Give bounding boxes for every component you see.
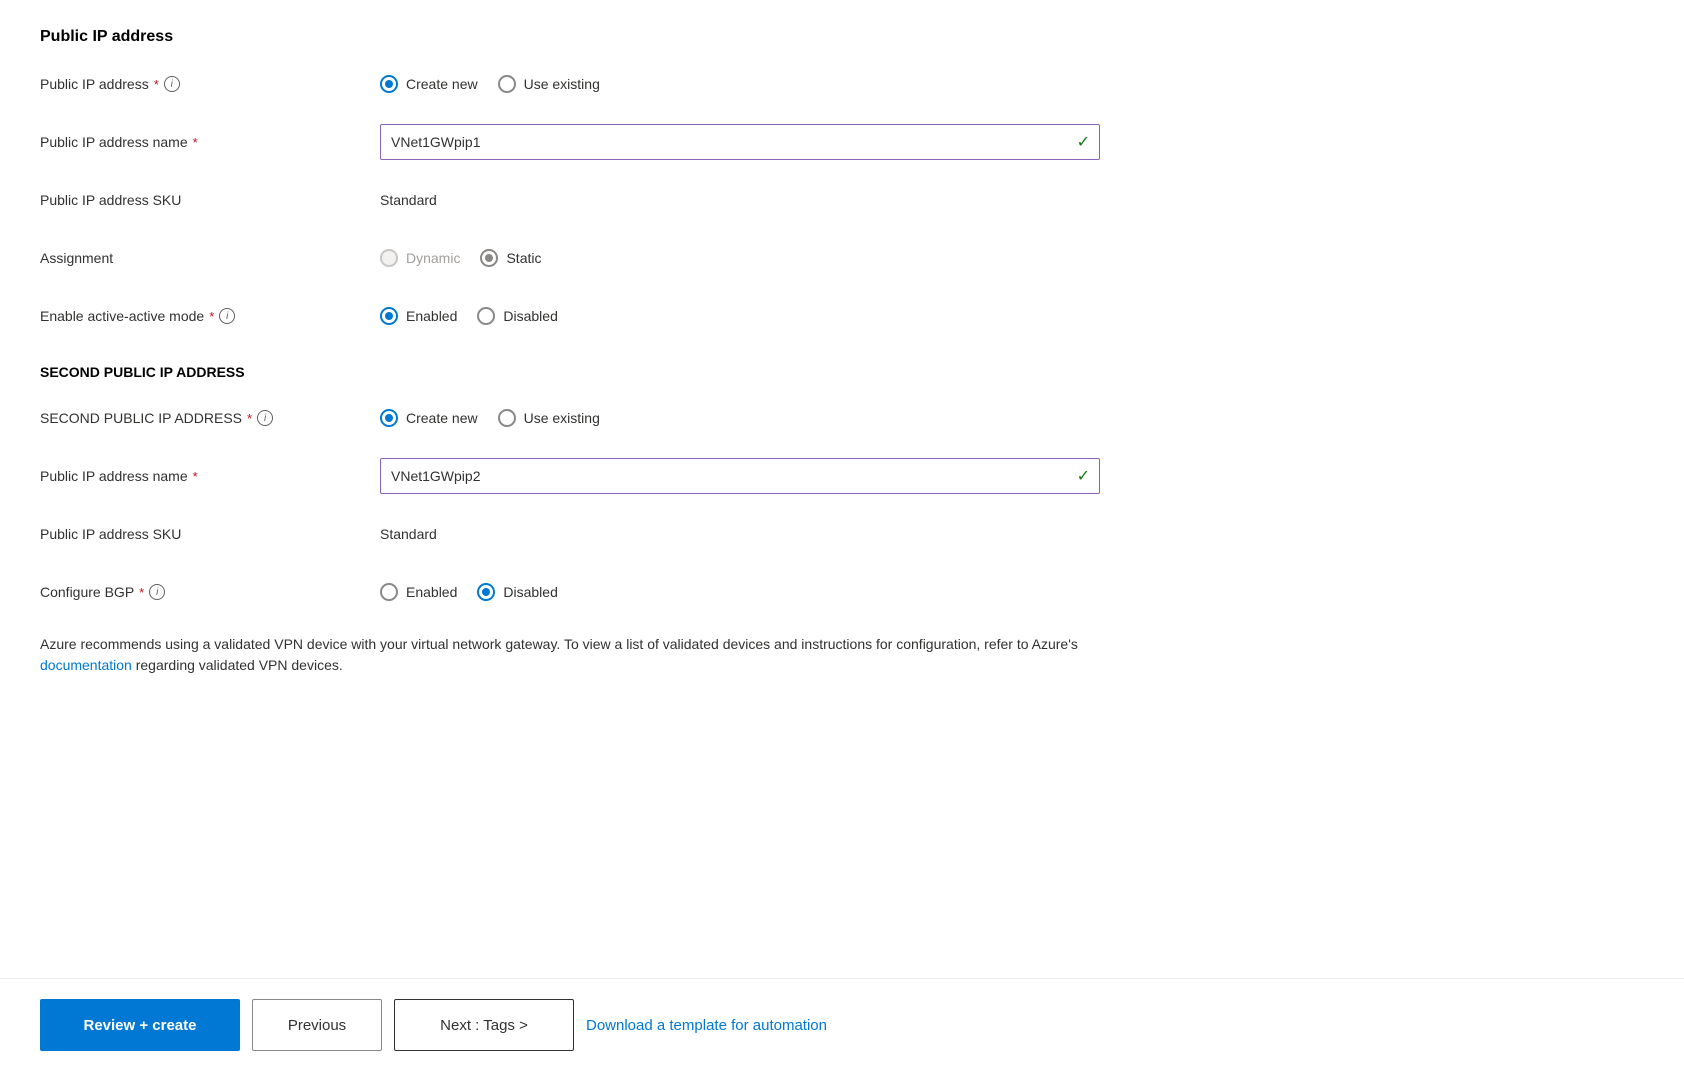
required-star: * <box>154 77 159 92</box>
input-wrapper-2: ✓ <box>380 458 1100 494</box>
template-link[interactable]: Download a template for automation <box>586 1017 827 1034</box>
radio-circle-static <box>480 249 498 267</box>
section-public-ip: Public IP address Public IP address * i … <box>40 28 1160 334</box>
radio-static[interactable]: Static <box>480 249 541 267</box>
row-public-ip-name-2: Public IP address name * ✓ <box>40 458 1160 494</box>
radio-label-active-disabled: Disabled <box>503 308 557 324</box>
documentation-link[interactable]: documentation <box>40 657 132 673</box>
info-text: Azure recommends using a validated VPN d… <box>40 634 1100 676</box>
label-public-ip-name: Public IP address name * <box>40 134 380 150</box>
info-icon-second-public-ip[interactable]: i <box>257 410 273 426</box>
label-assignment: Assignment <box>40 250 380 266</box>
row-active-active: Enable active-active mode * i Enabled Di… <box>40 298 1160 334</box>
control-public-ip-sku: Standard <box>380 192 1160 208</box>
radio-circle-bgp-disabled <box>477 583 495 601</box>
input-public-ip-name[interactable] <box>380 124 1100 160</box>
radio-label-active-enabled: Enabled <box>406 308 457 324</box>
radio-dynamic[interactable]: Dynamic <box>380 249 460 267</box>
row-assignment: Assignment Dynamic Static <box>40 240 1160 276</box>
radio-circle-create-new-1 <box>380 75 398 93</box>
row-configure-bgp: Configure BGP * i Enabled Disabled <box>40 574 1160 610</box>
row-second-public-ip: SECOND PUBLIC IP ADDRESS * i Create new … <box>40 400 1160 436</box>
required-star-3: * <box>209 309 214 324</box>
radio-circle-second-create-new <box>380 409 398 427</box>
next-button[interactable]: Next : Tags > <box>394 999 574 1051</box>
info-icon-active-active[interactable]: i <box>219 308 235 324</box>
radio-second-create-new[interactable]: Create new <box>380 409 478 427</box>
value-public-ip-sku: Standard <box>380 192 437 208</box>
control-public-ip-sku-2: Standard <box>380 526 1160 542</box>
section-title-second: SECOND PUBLIC IP ADDRESS <box>40 364 1160 380</box>
input-wrapper-1: ✓ <box>380 124 1100 160</box>
radio-circle-active-disabled <box>477 307 495 325</box>
radio-group-bgp: Enabled Disabled <box>380 583 1160 601</box>
required-star-2: * <box>193 135 198 150</box>
input-public-ip-name-2[interactable] <box>380 458 1100 494</box>
info-icon-bgp[interactable]: i <box>149 584 165 600</box>
checkmark-icon-2: ✓ <box>1077 466 1090 486</box>
radio-label-bgp-enabled: Enabled <box>406 584 457 600</box>
radio-label-dynamic: Dynamic <box>406 250 460 266</box>
label-public-ip-sku: Public IP address SKU <box>40 192 380 208</box>
radio-active-enabled[interactable]: Enabled <box>380 307 457 325</box>
radio-circle-use-existing-1 <box>498 75 516 93</box>
label-active-active: Enable active-active mode * i <box>40 308 380 324</box>
checkmark-icon-1: ✓ <box>1077 132 1090 152</box>
row-public-ip-sku: Public IP address SKU Standard <box>40 182 1160 218</box>
label-public-ip-sku-2: Public IP address SKU <box>40 526 380 542</box>
control-public-ip-name-2: ✓ <box>380 458 1160 494</box>
row-public-ip-sku-2: Public IP address SKU Standard <box>40 516 1160 552</box>
radio-create-new-1[interactable]: Create new <box>380 75 478 93</box>
radio-label-bgp-disabled: Disabled <box>503 584 557 600</box>
required-star-5: * <box>193 469 198 484</box>
section-title: Public IP address <box>40 28 1160 46</box>
radio-use-existing-1[interactable]: Use existing <box>498 75 600 93</box>
section-second-public-ip: SECOND PUBLIC IP ADDRESS SECOND PUBLIC I… <box>40 364 1160 676</box>
radio-circle-active-enabled <box>380 307 398 325</box>
radio-group-public-ip: Create new Use existing <box>380 75 1160 93</box>
label-public-ip-address: Public IP address * i <box>40 76 380 92</box>
previous-button[interactable]: Previous <box>252 999 382 1051</box>
info-icon-public-ip[interactable]: i <box>164 76 180 92</box>
radio-bgp-enabled[interactable]: Enabled <box>380 583 457 601</box>
label-configure-bgp: Configure BGP * i <box>40 584 380 600</box>
value-public-ip-sku-2: Standard <box>380 526 437 542</box>
footer: Review + create Previous Next : Tags > D… <box>0 978 1684 1071</box>
radio-second-use-existing[interactable]: Use existing <box>498 409 600 427</box>
required-star-6: * <box>139 585 144 600</box>
radio-label-static: Static <box>506 250 541 266</box>
label-public-ip-name-2: Public IP address name * <box>40 468 380 484</box>
row-public-ip-name: Public IP address name * ✓ <box>40 124 1160 160</box>
radio-circle-dynamic <box>380 249 398 267</box>
radio-label-create-new-1: Create new <box>406 76 478 92</box>
required-star-4: * <box>247 411 252 426</box>
radio-label-use-existing-1: Use existing <box>524 76 600 92</box>
label-second-public-ip: SECOND PUBLIC IP ADDRESS * i <box>40 410 380 426</box>
control-public-ip-name: ✓ <box>380 124 1160 160</box>
review-create-button[interactable]: Review + create <box>40 999 240 1051</box>
radio-group-assignment: Dynamic Static <box>380 249 1160 267</box>
radio-group-active-active: Enabled Disabled <box>380 307 1160 325</box>
radio-bgp-disabled[interactable]: Disabled <box>477 583 557 601</box>
radio-group-second-public-ip: Create new Use existing <box>380 409 1160 427</box>
radio-circle-second-use-existing <box>498 409 516 427</box>
radio-active-disabled[interactable]: Disabled <box>477 307 557 325</box>
row-public-ip-address: Public IP address * i Create new Use exi… <box>40 66 1160 102</box>
radio-label-second-use-existing: Use existing <box>524 410 600 426</box>
radio-label-second-create-new: Create new <box>406 410 478 426</box>
radio-circle-bgp-enabled <box>380 583 398 601</box>
